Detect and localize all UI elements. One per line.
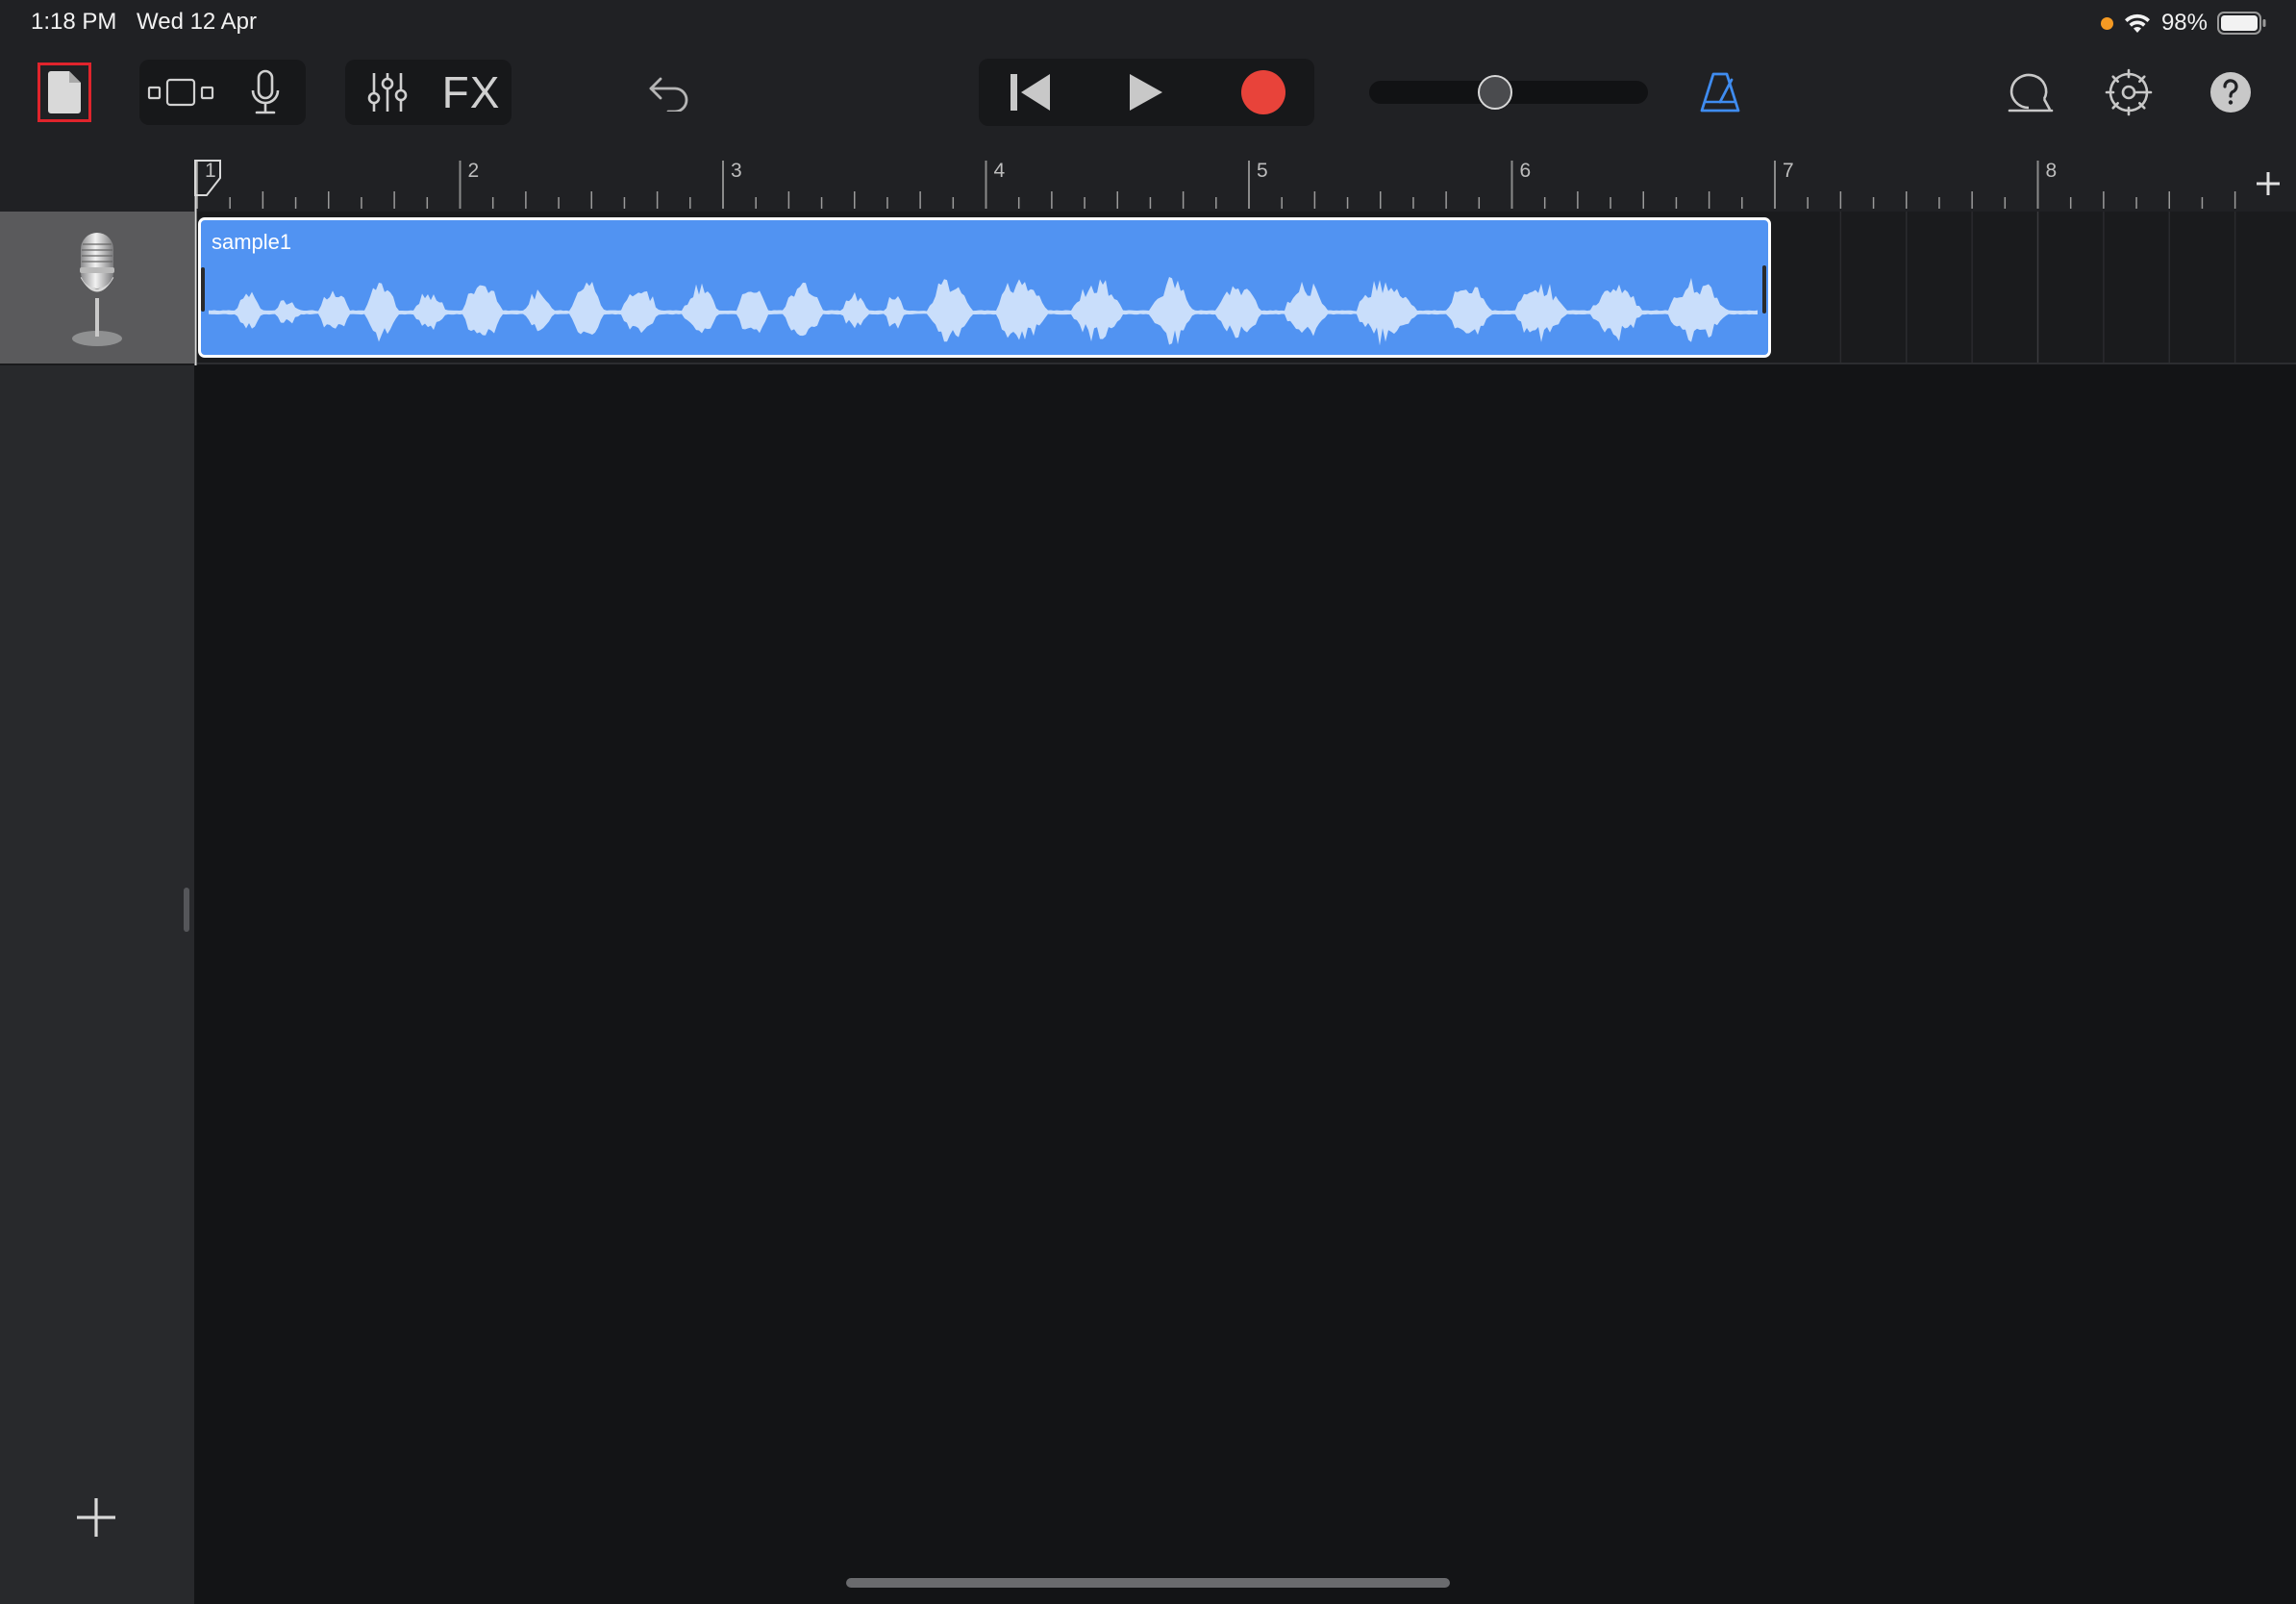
region-name: sample1 bbox=[212, 230, 292, 254]
undo-icon bbox=[649, 77, 688, 112]
status-indicators: 98% bbox=[2100, 8, 2267, 38]
loop-browser-button[interactable] bbox=[1996, 62, 2061, 123]
browser-button[interactable] bbox=[142, 62, 219, 123]
audio-region[interactable]: sample1 bbox=[198, 217, 1771, 358]
volume-slider-knob[interactable] bbox=[1477, 75, 1512, 110]
go-to-beginning-button[interactable] bbox=[983, 61, 1079, 124]
play-icon bbox=[1130, 74, 1162, 111]
timeline-ruler[interactable]: 12345678 bbox=[194, 155, 2296, 212]
mixer-sliders-icon bbox=[367, 73, 408, 112]
gear-icon bbox=[2105, 68, 2153, 116]
ruler-bar-number: 8 bbox=[2045, 160, 2058, 182]
tracks-area[interactable] bbox=[194, 212, 2296, 1604]
metronome-button[interactable] bbox=[1690, 62, 1750, 123]
track-header-divider bbox=[0, 363, 194, 365]
waveform-shape bbox=[209, 276, 1758, 346]
help-button[interactable] bbox=[2200, 62, 2261, 123]
track-controls-button[interactable] bbox=[349, 62, 426, 123]
add-track-button[interactable] bbox=[67, 1489, 125, 1546]
undo-button[interactable] bbox=[635, 62, 704, 123]
battery-percentage: 98% bbox=[2160, 10, 2208, 36]
ruler-bar-number: 6 bbox=[1519, 160, 1532, 182]
settings-button[interactable] bbox=[2096, 62, 2161, 123]
ruler-bar-number: 3 bbox=[731, 160, 742, 182]
add-section-button[interactable] bbox=[2240, 157, 2296, 211]
record-icon bbox=[1241, 70, 1285, 114]
waveform bbox=[209, 276, 1758, 346]
go-to-beginning-icon bbox=[1011, 74, 1050, 111]
battery-icon bbox=[2217, 12, 2266, 35]
wifi-icon bbox=[2124, 13, 2150, 33]
metronome-icon bbox=[1700, 72, 1740, 113]
fx-label: FX bbox=[441, 67, 501, 117]
home-indicator bbox=[846, 1578, 1450, 1588]
ruler-ticks bbox=[196, 161, 2236, 209]
track-header-resize-handle[interactable] bbox=[184, 888, 189, 932]
plus-icon bbox=[2257, 172, 2280, 195]
microphone-icon bbox=[251, 69, 280, 114]
my-songs-button[interactable] bbox=[37, 63, 91, 122]
play-button[interactable] bbox=[1085, 61, 1206, 124]
status-time: 1:18 PM bbox=[31, 9, 117, 35]
master-volume-slider[interactable] bbox=[1369, 75, 1648, 110]
microphone-in-use-indicator bbox=[2100, 16, 2113, 30]
ruler-bar-number: 2 bbox=[467, 160, 480, 182]
microphone-icon bbox=[72, 233, 122, 346]
plus-icon bbox=[77, 1498, 115, 1537]
region-trim-handle-right[interactable] bbox=[1762, 265, 1766, 313]
ruler-bar-number: 7 bbox=[1783, 160, 1794, 182]
help-icon bbox=[2210, 72, 2251, 113]
record-button[interactable] bbox=[1215, 61, 1311, 124]
ruler-bar-number: 4 bbox=[993, 160, 1006, 182]
status-date: Wed 12 Apr bbox=[137, 9, 257, 35]
track-headers-top bbox=[0, 155, 194, 212]
track-view-icon bbox=[147, 78, 214, 107]
instrument-button[interactable] bbox=[229, 62, 302, 123]
lane-divider bbox=[194, 363, 2296, 364]
document-icon bbox=[48, 71, 81, 113]
status-bar: 1:18 PM Wed 12 Apr 98% bbox=[0, 0, 2296, 46]
fx-button[interactable]: FX bbox=[433, 62, 510, 123]
garageband-window: 1:18 PM Wed 12 Apr 98% FX 1 2 3 4 5 6 7 … bbox=[0, 0, 2296, 1604]
control-bar: FX bbox=[0, 46, 2296, 155]
ruler-bar-number: 5 bbox=[1257, 160, 1268, 182]
track-header-audio-recorder[interactable] bbox=[0, 212, 194, 363]
track-headers-panel bbox=[0, 155, 194, 1604]
loop-icon bbox=[2008, 73, 2054, 113]
playhead[interactable] bbox=[194, 159, 223, 365]
